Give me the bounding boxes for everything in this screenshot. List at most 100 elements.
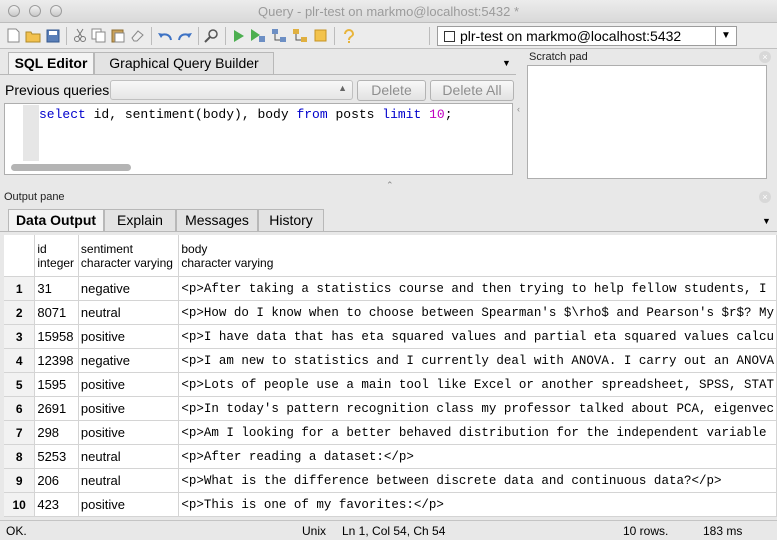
- explain-icon[interactable]: [270, 27, 287, 44]
- cell-id[interactable]: 31: [34, 276, 79, 301]
- cell-id[interactable]: 15958: [34, 324, 79, 349]
- cell-sentiment[interactable]: positive: [78, 324, 180, 349]
- execute-pgscript-icon[interactable]: [249, 27, 266, 44]
- cell-sentiment[interactable]: positive: [78, 372, 180, 397]
- cell-body[interactable]: <p>How do I know when to choose between …: [178, 300, 777, 325]
- table-row[interactable]: 5 1595 positive <p>Lots of people use a mai…: [4, 372, 777, 397]
- splitter-handle-icon[interactable]: ⌃: [386, 180, 394, 191]
- status-state: OK.: [6, 524, 27, 538]
- row-number-cell[interactable]: 2: [4, 300, 36, 325]
- column-header-body[interactable]: body character varying: [178, 235, 777, 277]
- title-bar: Query - plr-test on markmo@localhost:543…: [0, 0, 777, 23]
- toolbar: plr-test on markmo@localhost:5432 ▼: [0, 23, 777, 49]
- status-exec-time: 183 ms: [703, 524, 743, 538]
- cancel-icon[interactable]: [312, 27, 329, 44]
- cell-id[interactable]: 5253: [34, 444, 79, 469]
- redo-icon[interactable]: [176, 27, 193, 44]
- row-number-cell[interactable]: 7: [4, 420, 36, 445]
- undo-icon[interactable]: [156, 27, 173, 44]
- table-row[interactable]: 4 12398 negative <p>I am new to statistics …: [4, 348, 777, 373]
- row-number-cell[interactable]: 9: [4, 468, 36, 493]
- cell-id[interactable]: 423: [34, 492, 79, 517]
- cell-id[interactable]: 8071: [34, 300, 79, 325]
- save-icon[interactable]: [44, 27, 61, 44]
- cell-sentiment[interactable]: neutral: [78, 444, 180, 469]
- editor-tabs: SQL Editor Graphical Query Builder ▼: [8, 52, 516, 75]
- copy-icon[interactable]: [90, 27, 107, 44]
- close-output-pane-icon[interactable]: ×: [759, 191, 771, 203]
- execute-icon[interactable]: [230, 27, 247, 44]
- tab-messages[interactable]: Messages: [176, 209, 258, 231]
- sql-query[interactable]: select id, sentiment(body), body from po…: [39, 107, 453, 122]
- table-row[interactable]: 1 31 negative <p>After taking a statistics …: [4, 276, 777, 301]
- connection-checkbox[interactable]: [444, 31, 455, 42]
- row-number-cell[interactable]: 6: [4, 396, 36, 421]
- table-row[interactable]: 7 298 positive <p>Am I looking for a better…: [4, 420, 777, 445]
- cell-body[interactable]: <p>What is the difference between discre…: [178, 468, 777, 493]
- row-number-cell[interactable]: 8: [4, 444, 36, 469]
- delete-button[interactable]: Delete: [357, 80, 426, 101]
- data-output-grid[interactable]: id integer sentiment character varying bod…: [4, 235, 777, 517]
- row-number-cell[interactable]: 3: [4, 324, 36, 349]
- tab-sql-editor[interactable]: SQL Editor: [8, 52, 94, 75]
- cell-body[interactable]: <p>After reading a dataset:</p>: [178, 444, 777, 469]
- cell-body[interactable]: <p>After taking a statistics course and …: [178, 276, 777, 301]
- cell-sentiment[interactable]: negative: [78, 348, 180, 373]
- connection-select[interactable]: plr-test on markmo@localhost:5432 ▼: [437, 26, 737, 46]
- cell-id[interactable]: 12398: [34, 348, 79, 373]
- cell-body[interactable]: <p>This is one of my favorites:</p>: [178, 492, 777, 517]
- previous-queries-select[interactable]: ▲: [110, 80, 353, 100]
- cell-body[interactable]: <p>Am I looking for a better behaved dis…: [178, 420, 777, 445]
- row-number-cell[interactable]: 5: [4, 372, 36, 397]
- previous-queries-label: Previous queries: [5, 82, 110, 98]
- delete-all-button[interactable]: Delete All: [430, 80, 514, 101]
- clear-icon[interactable]: [129, 27, 146, 44]
- cell-id[interactable]: 298: [34, 420, 79, 445]
- tab-data-output[interactable]: Data Output: [8, 209, 104, 232]
- cell-sentiment[interactable]: negative: [78, 276, 180, 301]
- chevron-down-icon[interactable]: ▼: [502, 58, 511, 68]
- cell-id[interactable]: 1595: [34, 372, 79, 397]
- column-header-sentiment[interactable]: sentiment character varying: [78, 235, 180, 277]
- cell-id[interactable]: 2691: [34, 396, 79, 421]
- open-file-icon[interactable]: [24, 27, 41, 44]
- column-header-id[interactable]: id integer: [34, 235, 79, 277]
- cut-icon[interactable]: [71, 27, 88, 44]
- cell-sentiment[interactable]: positive: [78, 420, 180, 445]
- cell-sentiment[interactable]: neutral: [78, 300, 180, 325]
- table-row[interactable]: 3 15958 positive <p>I have data that has et…: [4, 324, 777, 349]
- cell-body[interactable]: <p>I have data that has eta squared valu…: [178, 324, 777, 349]
- sql-text-area[interactable]: select id, sentiment(body), body from po…: [4, 103, 513, 175]
- cell-body[interactable]: <p>Lots of people use a main tool like E…: [178, 372, 777, 397]
- row-number-cell[interactable]: 10: [4, 492, 36, 517]
- table-row[interactable]: 6 2691 positive <p>In today's pattern recog…: [4, 396, 777, 421]
- tab-explain[interactable]: Explain: [104, 209, 176, 231]
- scratch-pad-area[interactable]: [527, 65, 767, 179]
- table-row[interactable]: 10 423 positive <p>This is one of my favori…: [4, 492, 777, 517]
- help-icon[interactable]: [340, 27, 357, 44]
- new-file-icon[interactable]: [5, 27, 22, 44]
- row-number-cell[interactable]: 4: [4, 348, 36, 373]
- cell-sentiment[interactable]: positive: [78, 492, 180, 517]
- tab-history[interactable]: History: [258, 209, 324, 231]
- cell-body[interactable]: <p>In today's pattern recognition class …: [178, 396, 777, 421]
- explain-analyze-icon[interactable]: [291, 27, 308, 44]
- cell-id[interactable]: 206: [34, 468, 79, 493]
- cell-body[interactable]: <p>I am new to statistics and I currentl…: [178, 348, 777, 373]
- cell-sentiment[interactable]: neutral: [78, 468, 180, 493]
- find-icon[interactable]: [203, 27, 220, 44]
- window-title: Query - plr-test on markmo@localhost:543…: [257, 4, 520, 19]
- paste-icon[interactable]: [110, 27, 127, 44]
- chevron-down-icon[interactable]: ▼: [762, 216, 771, 226]
- table-row[interactable]: 2 8071 neutral <p>How do I know when to cho…: [4, 300, 777, 325]
- tab-graphical-query-builder[interactable]: Graphical Query Builder: [94, 52, 274, 74]
- chevron-down-icon[interactable]: ▼: [715, 27, 736, 45]
- editor-horizontal-scrollbar[interactable]: [7, 162, 512, 173]
- table-row[interactable]: 8 5253 neutral <p>After reading a dataset:<…: [4, 444, 777, 469]
- chevron-updown-icon: ▲: [338, 83, 347, 93]
- row-number-cell[interactable]: 1: [4, 276, 36, 301]
- cell-sentiment[interactable]: positive: [78, 396, 180, 421]
- table-row[interactable]: 9 206 neutral <p>What is the difference bet…: [4, 468, 777, 493]
- splitter-handle-icon[interactable]: ‹: [517, 104, 520, 114]
- close-scratch-pad-icon[interactable]: ×: [759, 51, 771, 63]
